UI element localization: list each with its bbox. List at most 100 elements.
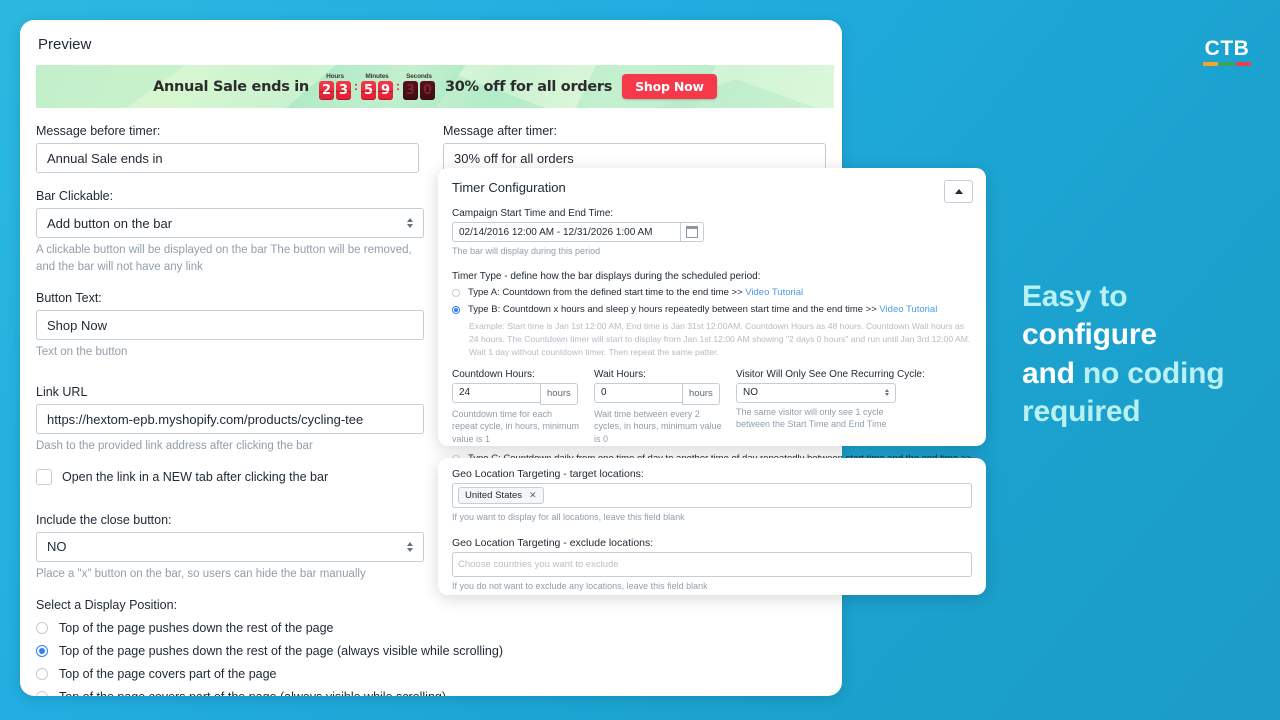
display-position-option-label: Top of the page covers part of the page …	[59, 690, 446, 696]
logo-bar-green	[1219, 62, 1235, 66]
bar-clickable-label: Bar Clickable:	[36, 189, 114, 203]
wait-hours-group: Wait Hours: 0 hours Wait time between ev…	[594, 369, 722, 446]
marketing-line-3: and no coding	[1022, 355, 1272, 393]
display-position-option-label: Top of the page covers part of the page	[59, 667, 277, 682]
close-button-select[interactable]: NO	[36, 531, 424, 562]
countdown-hours-input[interactable]: 24	[452, 382, 540, 403]
preview-message-before: Annual Sale ends in	[153, 78, 309, 95]
close-button-hint: Place a "x" button on the bar, so users …	[36, 567, 366, 580]
timer-separator: :	[395, 78, 400, 93]
timer-type-a-option[interactable]: Type A: Countdown from the defined start…	[452, 287, 972, 300]
timer-panel-title: Timer Configuration	[452, 180, 566, 195]
radio-icon[interactable]	[452, 306, 460, 315]
select-stepper-icon	[407, 541, 413, 552]
message-before-input[interactable]: Annual Sale ends in	[36, 143, 419, 173]
recurring-cycle-label: Visitor Will Only See One Recurring Cycl…	[736, 368, 925, 380]
radio-icon[interactable]	[36, 668, 48, 681]
message-after-label: Message after timer:	[443, 124, 557, 138]
marketing-line-2: configure	[1022, 318, 1157, 352]
timer-label-seconds: Seconds	[406, 73, 432, 80]
page-title: Preview	[38, 36, 92, 53]
wait-hours-input[interactable]: 0	[594, 382, 682, 403]
campaign-time-hint: The bar will display during this period	[452, 246, 601, 256]
countdown-bar-preview: Annual Sale ends in Hours 2 3 : Minutes …	[36, 65, 834, 108]
campaign-date-input[interactable]: 02/14/2016 12:00 AM - 12/31/2026 1:00 AM	[452, 222, 680, 242]
timer-separator: :	[353, 78, 358, 93]
video-tutorial-link[interactable]: Video Tutorial	[745, 287, 803, 298]
countdown-hours-hint: Countdown time for each repeat cycle, in…	[452, 408, 580, 445]
close-button-value: NO	[47, 539, 67, 555]
collapse-panel-button[interactable]	[944, 180, 973, 203]
select-stepper-icon	[407, 218, 413, 228]
timer-type-a-label: Type A: Countdown from the defined start…	[468, 287, 803, 300]
geo-target-label: Geo Location Targeting - target location…	[452, 468, 644, 480]
recurring-cycle-value: NO	[743, 387, 758, 399]
new-tab-checkbox-row[interactable]: Open the link in a NEW tab after clickin…	[36, 468, 424, 485]
timer-digit: 9	[377, 81, 393, 100]
link-url-hint: Dash to the provided link address after …	[36, 440, 313, 453]
new-tab-checkbox[interactable]	[36, 468, 52, 485]
timer-label-minutes: Minutes	[365, 73, 389, 80]
wait-hours-suffix: hours	[682, 382, 720, 405]
close-button-label: Include the close button:	[36, 512, 172, 527]
country-tag-label: United States	[465, 490, 523, 501]
geo-exclude-input[interactable]: Choose countries you want to exclude	[452, 551, 972, 577]
geo-exclude-hint: If you do not want to exclude any locati…	[452, 580, 708, 591]
close-icon[interactable]: ✕	[529, 490, 537, 501]
timer-type-b-option[interactable]: Type B: Countdown x hours and sleep y ho…	[452, 304, 972, 317]
radio-icon[interactable]	[36, 691, 48, 696]
campaign-date-field[interactable]: 02/14/2016 12:00 AM - 12/31/2026 1:00 AM	[452, 222, 704, 242]
marketing-line-3b: no coding	[1082, 356, 1225, 390]
geo-exclude-placeholder: Choose countries you want to exclude	[458, 558, 619, 570]
display-position-option-label: Top of the page pushes down the rest of …	[59, 644, 504, 659]
link-url-input[interactable]: https://hextom-epb.myshopify.com/product…	[36, 404, 424, 435]
timer-type-b-label: Type B: Countdown x hours and sleep y ho…	[468, 304, 937, 317]
preview-shop-now-button[interactable]: Shop Now	[622, 74, 717, 99]
logo-bar-orange	[1203, 62, 1218, 66]
countdown-hours-suffix: hours	[540, 382, 578, 405]
display-position-option-1[interactable]: Top of the page pushes down the rest of …	[36, 644, 826, 658]
countdown-hours-group: Countdown Hours: 24 hours Countdown time…	[452, 369, 580, 446]
calendar-button[interactable]	[680, 222, 704, 242]
countdown-timer: Hours 2 3 : Minutes 5 9 : Seconds 3 0	[318, 73, 435, 100]
geo-target-hint: If you want to display for all locations…	[452, 512, 685, 522]
calendar-icon	[686, 226, 698, 238]
countdown-hours-label: Countdown Hours:	[452, 368, 535, 380]
recurring-cycle-hint: The same visitor will only see 1 cycle b…	[736, 406, 887, 430]
bar-clickable-hint: A clickable button will be displayed on …	[36, 244, 412, 273]
new-tab-label: Open the link in a NEW tab after clickin…	[62, 469, 329, 484]
button-text-input[interactable]: Shop Now	[36, 310, 424, 341]
message-before-label: Message before timer:	[36, 124, 161, 138]
timer-group-seconds: Seconds 3 0	[402, 73, 435, 100]
logo-color-bars	[1203, 62, 1252, 66]
recurring-cycle-select[interactable]: NO	[736, 382, 896, 403]
video-tutorial-link[interactable]: Video Tutorial	[879, 304, 937, 315]
recurring-cycle-group: Visitor Will Only See One Recurring Cycl…	[736, 369, 925, 446]
display-position-option-label: Top of the page pushes down the rest of …	[59, 621, 334, 636]
radio-icon[interactable]	[36, 622, 48, 635]
display-position-option-3[interactable]: Top of the page covers part of the page …	[36, 690, 826, 696]
marketing-line-1: Easy to	[1022, 280, 1128, 313]
timer-configuration-panel: Timer Configuration Campaign Start Time …	[438, 168, 986, 494]
geo-exclude-label: Geo Location Targeting - exclude locatio…	[452, 536, 654, 549]
display-position-option-0[interactable]: Top of the page pushes down the rest of …	[36, 621, 826, 635]
timer-label-hours: Hours	[326, 73, 344, 80]
timer-type-b-text: Type B: Countdown x hours and sleep y ho…	[468, 304, 880, 316]
marketing-line-3a: and	[1022, 356, 1083, 390]
radio-icon[interactable]	[452, 288, 460, 297]
timer-digit: 3	[335, 81, 351, 100]
timer-group-minutes: Minutes 5 9	[360, 73, 393, 100]
country-tag[interactable]: United States ✕	[458, 487, 544, 504]
logo-text: CTB	[1204, 37, 1250, 60]
timer-type-a-text: Type A: Countdown from the defined start…	[468, 286, 746, 298]
display-position-option-2[interactable]: Top of the page covers part of the page	[36, 667, 826, 681]
geo-target-input[interactable]: United States ✕	[452, 483, 972, 508]
button-text-hint: Text on the button	[36, 346, 128, 359]
link-url-label: Link URL	[36, 385, 88, 400]
button-text-label: Button Text:	[36, 291, 102, 306]
marketing-line-4: required	[1022, 395, 1141, 429]
timer-type-b-example: Example: Start time is Jan 1st 12:00 AM,…	[469, 321, 971, 357]
bar-clickable-select[interactable]: Add button on the bar	[36, 208, 424, 238]
radio-icon[interactable]	[36, 645, 48, 658]
wait-hours-hint: Wait time between every 2 cycles, in hou…	[594, 408, 722, 445]
